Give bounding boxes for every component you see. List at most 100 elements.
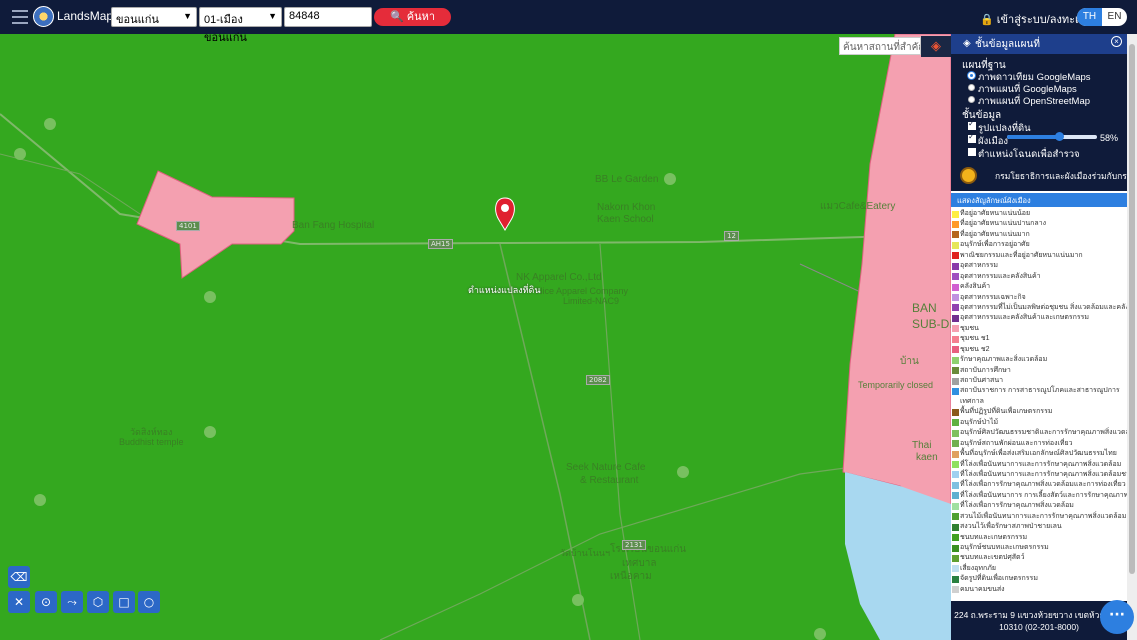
legend-swatch	[952, 544, 959, 552]
legend-item: ชุมชน ช2	[951, 345, 1127, 355]
radio-icon[interactable]	[968, 96, 975, 103]
circle-icon[interactable]: ○	[138, 591, 160, 613]
legend-item: พื้นที่อนุรักษ์เพื่อส่งเสริมเอกลักษณ์ศิล…	[951, 449, 1127, 459]
legend-swatch	[952, 346, 959, 354]
legend-item: อนุรักษ์ศิลปวัฒนธรรมชาติและการรักษาคุณภา…	[951, 428, 1127, 438]
legend-item: ที่โล่งเพื่อนันทนาการและการรักษาคุณภาพสิ…	[951, 460, 1127, 470]
legend-item: เสี่ยงอุทกภัย	[951, 564, 1127, 574]
legend-swatch	[952, 367, 959, 375]
place-search-input[interactable]: ค้นหาสถานที่สำคัญ	[839, 37, 921, 55]
map-label: Limited-NAC9	[563, 296, 620, 306]
polygon-icon[interactable]: ⬡	[87, 591, 109, 613]
ruler-icon[interactable]: ✕	[8, 591, 30, 613]
legend-label: เทศกาล	[960, 397, 984, 405]
road-number: 12	[724, 231, 739, 241]
legend-swatch	[952, 408, 959, 416]
legend-label: รักษาคุณภาพและสิ่งแวดล้อม	[960, 356, 1048, 364]
legend-label: ชุมชน ช2	[960, 345, 990, 353]
lang-th[interactable]: TH	[1077, 8, 1102, 26]
legend-swatch	[952, 210, 959, 218]
basemap-option[interactable]: ภาพแผนที่ OpenStreetMap	[968, 94, 1090, 109]
panel-scrollbar[interactable]	[1127, 34, 1137, 640]
checkbox-icon[interactable]	[968, 148, 976, 156]
map-view[interactable]: BB Le Garden Nakorn Khon Kaen School Ban…	[0, 34, 951, 640]
map-label: BAN	[912, 301, 937, 315]
legend-label: สงวนไว้เพื่อรักษาสภาพป่าชายเลน	[960, 523, 1062, 531]
map-label: Seek Nature Cafe	[566, 462, 646, 473]
eraser-icon[interactable]: ⌫	[8, 566, 30, 588]
legend-item: ชุมชน	[951, 324, 1127, 334]
opacity-slider[interactable]	[1007, 132, 1097, 141]
legend-item: ชนบทและเขตปศุสัตว์	[951, 553, 1127, 563]
scrollbar-thumb[interactable]	[1129, 44, 1135, 574]
legend-swatch	[952, 575, 959, 583]
legend-label: สถาบันการศึกษา	[960, 366, 1011, 374]
layers-icon[interactable]: ◈	[921, 36, 951, 57]
legend-label: สถาบันศาสนา	[960, 377, 1004, 384]
legend-item: สถาบันการศึกษา	[951, 366, 1127, 376]
legend-swatch	[952, 481, 959, 489]
legend-item: ที่โล่งเพื่อการรักษาคุณภาพสิ่งแวดล้อมและ…	[951, 480, 1127, 490]
map-label: Nakorn Khon	[597, 202, 656, 213]
legend-item: พาณิชยกรรมและที่อยู่อาศัยหนาแน่นมาก	[951, 251, 1127, 261]
radio-selected-icon[interactable]	[968, 72, 975, 79]
legend-swatch	[952, 586, 959, 594]
search-button-label: ค้นหา	[406, 11, 436, 23]
legend-swatch	[952, 387, 959, 395]
legend-item: ที่โล่งเพื่อการรักษาคุณภาพสิ่งแวดล้อม	[951, 501, 1127, 511]
legend-label: เสี่ยงอุทกภัย	[960, 564, 996, 572]
map-label: วัดบ้านโนนฯ	[560, 548, 611, 558]
layer-panel-header: ◈ ชั้นข้อมูลแผนที่ ×	[951, 34, 1127, 54]
menu-icon[interactable]	[12, 10, 28, 24]
legend-label: ที่โล่งเพื่อนันทนาการ การเลี้ยงสัตว์และก…	[960, 491, 1127, 499]
search-button[interactable]: 🔍 ค้นหา	[374, 8, 451, 26]
legend-swatch	[952, 377, 959, 385]
chevron-down-icon: ▼	[183, 11, 192, 21]
legend-swatch	[952, 273, 959, 281]
legend-item: ที่โล่งเพื่อนันทนาการ การเลี้ยงสัตว์และก…	[951, 491, 1127, 501]
legend-heading: แสดงสัญลักษณ์ผังเมือง	[951, 193, 1127, 207]
province-select[interactable]: ขอนแก่น ▼	[111, 7, 197, 27]
legend-swatch	[952, 220, 959, 228]
legend-item: สถาบันศาสนา	[951, 376, 1127, 386]
legend-swatch	[952, 398, 959, 406]
legend-label: ที่โล่งเพื่อนันทนาการและการรักษาคุณภาพสิ…	[960, 460, 1122, 468]
map-label: Nice Apparel Company	[536, 286, 629, 296]
lang-en[interactable]: EN	[1102, 8, 1127, 26]
legend-label: อุตสาหกรรม	[960, 262, 998, 270]
road-number: 2131	[622, 540, 646, 550]
legend-swatch	[952, 314, 959, 322]
close-icon[interactable]: ×	[1111, 36, 1122, 47]
map-label: เหนือคาม	[610, 571, 652, 582]
legend-swatch	[952, 554, 959, 562]
map-canvas[interactable]	[0, 34, 951, 640]
legend-label: คลังสินค้า	[960, 283, 991, 291]
checkbox-checked-icon[interactable]	[968, 119, 976, 130]
parcel-number-input[interactable]: 84848	[284, 7, 372, 27]
legend-item: อนุรักษ์เพื่อการอยู่อาศัย	[951, 240, 1127, 250]
map-label: Temporarily closed	[858, 380, 934, 390]
polyline-icon[interactable]: ⤳	[61, 591, 83, 613]
legend-swatch	[952, 241, 959, 249]
search-icon: 🔍	[389, 11, 404, 23]
legend-item: อุตสาหกรรมและคลังสินค้าและเกษตรกรรม	[951, 313, 1127, 323]
legend-label: สวนไม้เพื่อนันทนาการและการรักษาคุณภาพสิ่…	[960, 512, 1127, 520]
rectangle-icon[interactable]: □	[113, 591, 135, 613]
department-emblem	[960, 167, 977, 184]
legend-swatch	[952, 461, 959, 468]
legend-swatch	[952, 534, 959, 542]
checkbox-checked-icon[interactable]	[968, 132, 976, 143]
legend-label: สถาบันราชการ การสาธารณูปโภคและสาธารณูปกา…	[960, 387, 1120, 395]
legend-label: ที่อยู่อาศัยหนาแน่นปานกลาง	[960, 220, 1047, 228]
legend-label: ชนบทและเกษตรกรรม	[960, 533, 1028, 541]
legend-swatch	[952, 440, 959, 448]
radio-icon[interactable]	[968, 84, 975, 91]
map-label: SUB-DIS	[912, 317, 951, 331]
legend-item: อนุรักษ์ป่าไม้	[951, 418, 1127, 428]
legend-item: พื้นที่ปฏิรูปที่ดินเพื่อเกษตรกรรม	[951, 407, 1127, 417]
language-toggle[interactable]: TH EN	[1077, 8, 1127, 26]
chat-more-button[interactable]: ···	[1100, 600, 1134, 634]
marker-icon[interactable]: ⊙	[35, 591, 57, 613]
district-select[interactable]: 01-เมืองขอนแก่น ▼	[199, 7, 282, 44]
legend-label: อุตสาหกรรมเฉพาะกิจ	[960, 293, 1026, 301]
